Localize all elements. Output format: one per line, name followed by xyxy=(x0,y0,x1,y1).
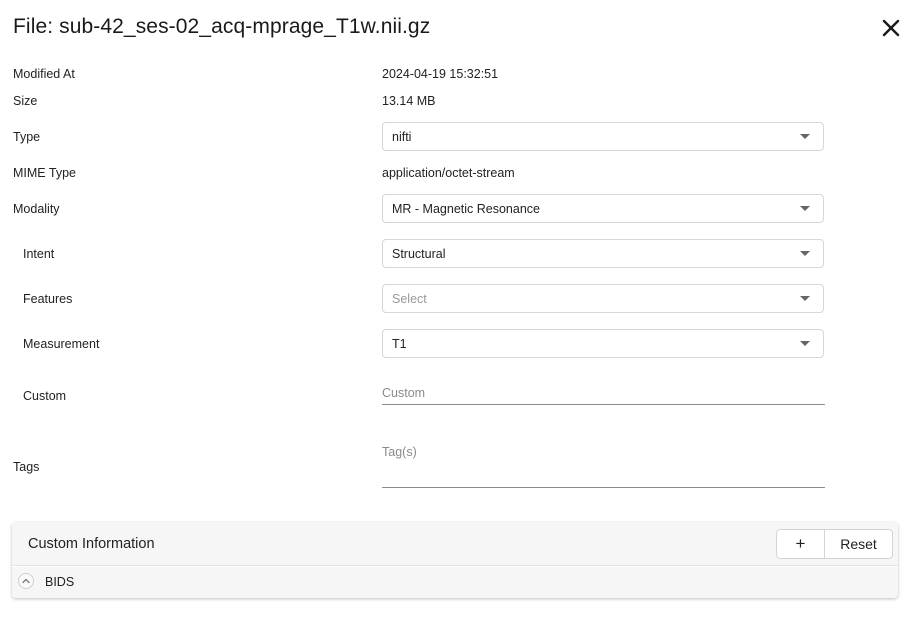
measurement-label: Measurement xyxy=(23,337,100,351)
caret-down-icon xyxy=(800,251,810,256)
intent-select[interactable]: Structural xyxy=(382,239,824,268)
modified-at-value: 2024-04-19 15:32:51 xyxy=(382,67,499,81)
size-value: 13.14 MB xyxy=(382,94,436,108)
measurement-select-value: T1 xyxy=(392,337,407,351)
features-label: Features xyxy=(23,292,73,306)
custom-information-title: Custom Information xyxy=(28,536,155,552)
type-select-value: nifti xyxy=(392,130,412,144)
mime-type-value: application/octet-stream xyxy=(382,166,515,180)
custom-information-actions: + Reset xyxy=(776,529,893,559)
intent-label: Intent xyxy=(23,247,55,261)
caret-down-icon xyxy=(800,341,810,346)
add-button[interactable]: + xyxy=(777,530,825,558)
custom-information-panel: Custom Information + Reset BIDS xyxy=(12,522,898,598)
type-select[interactable]: nifti xyxy=(382,122,824,151)
bids-section-row[interactable]: BIDS xyxy=(12,567,898,598)
caret-down-icon xyxy=(800,134,810,139)
tags-label: Tags xyxy=(13,460,40,474)
mime-type-label: MIME Type xyxy=(13,166,76,180)
custom-information-header: Custom Information + Reset xyxy=(12,522,898,566)
custom-label: Custom xyxy=(23,389,67,403)
chevron-up-icon[interactable] xyxy=(18,573,34,589)
modality-label: Modality xyxy=(13,202,60,216)
measurement-select[interactable]: T1 xyxy=(382,329,824,358)
modality-select[interactable]: MR - Magnetic Resonance xyxy=(382,194,824,223)
caret-down-icon xyxy=(800,296,810,301)
bids-section-label: BIDS xyxy=(45,575,75,589)
modified-at-label: Modified At xyxy=(13,67,75,81)
custom-input-placeholder: Custom xyxy=(382,386,426,400)
size-label: Size xyxy=(13,94,38,108)
tags-input[interactable]: Tag(s) xyxy=(382,443,825,488)
features-select-placeholder: Select xyxy=(392,292,427,306)
close-icon[interactable] xyxy=(880,17,902,39)
features-select[interactable]: Select xyxy=(382,284,824,313)
type-label: Type xyxy=(13,130,41,144)
intent-select-value: Structural xyxy=(392,247,446,261)
dialog-title: File: sub-42_ses-02_acq-mprage_T1w.nii.g… xyxy=(13,15,431,38)
custom-input[interactable]: Custom xyxy=(382,384,825,405)
reset-button[interactable]: Reset xyxy=(825,530,892,558)
caret-down-icon xyxy=(800,206,810,211)
tags-input-placeholder: Tag(s) xyxy=(382,445,417,459)
modality-select-value: MR - Magnetic Resonance xyxy=(392,202,540,216)
